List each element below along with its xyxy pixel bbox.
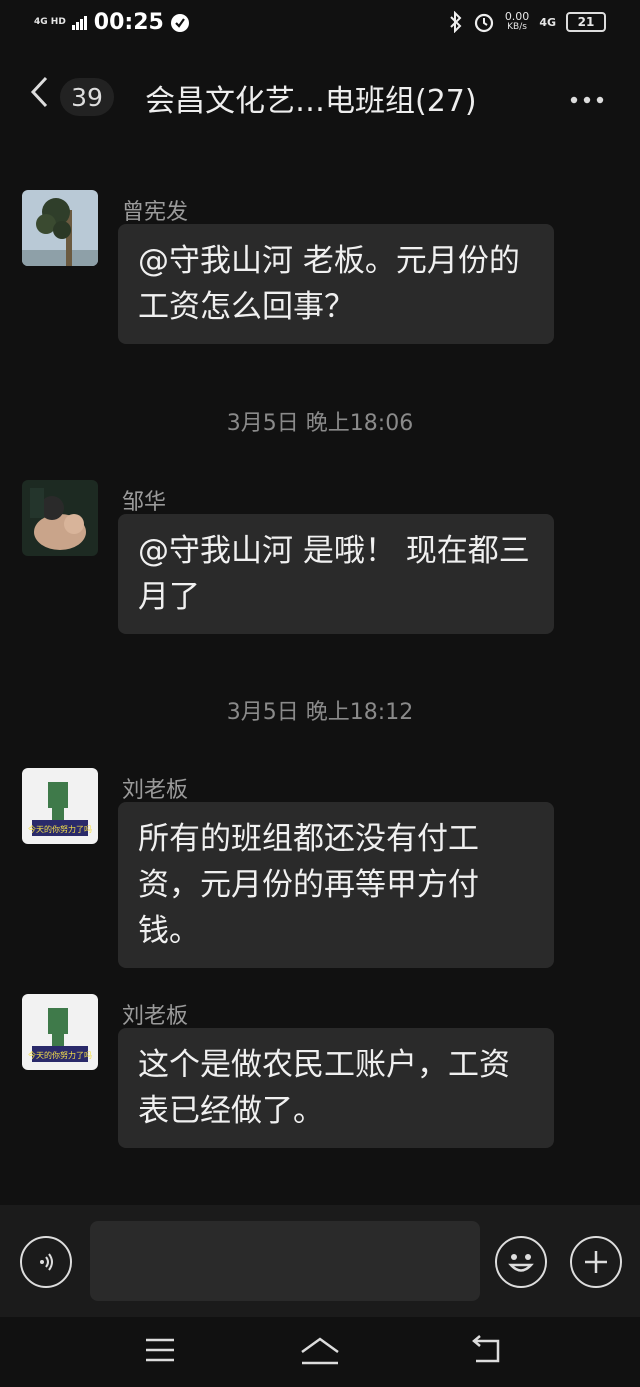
home-icon (301, 1337, 339, 1365)
fist-avatar-image: 今天的你努力了吗 (22, 768, 98, 844)
sender-name: 刘老板 (122, 778, 189, 803)
input-bar (0, 1205, 640, 1317)
menu-icon (146, 1338, 174, 1362)
network-indicator: 4G HD (34, 17, 66, 27)
message-bubble[interactable]: @守我山河 是哦！ 现在都三月了 (118, 514, 554, 634)
sender-name: 曾宪发 (122, 200, 189, 225)
more-functions-button[interactable] (570, 1236, 622, 1288)
menu-button[interactable] (142, 1335, 182, 1369)
system-navigation-bar (0, 1317, 640, 1387)
emoji-button[interactable] (495, 1236, 547, 1288)
more-options-button[interactable] (570, 78, 604, 113)
back-arrow-icon (472, 1335, 500, 1363)
plus-icon (585, 1251, 607, 1273)
home-button[interactable] (298, 1335, 339, 1369)
bluetooth-icon (450, 11, 462, 33)
avatar[interactable] (22, 480, 98, 556)
message-input[interactable] (90, 1221, 480, 1301)
tree-avatar-image (22, 190, 98, 266)
sender-name: 刘老板 (122, 1004, 189, 1029)
message-bubble[interactable]: @守我山河 老板。元月份的工资怎么回事？ (118, 224, 554, 344)
back-system-button[interactable] (468, 1335, 508, 1369)
alarm-icon (474, 13, 493, 33)
mobile-data-indicator: 4G (539, 15, 556, 29)
fist-avatar-image: 今天的你努力了吗 (22, 994, 98, 1070)
sender-name: 邹华 (122, 490, 167, 515)
network-speed: 0.00 KB/s (505, 11, 530, 33)
message-bubble[interactable]: 所有的班组都还没有付工资，元月份的再等甲方付钱。 (118, 802, 554, 968)
character-avatar-image (22, 480, 98, 556)
timestamp: 3月5日 晚上18:06 (226, 411, 414, 436)
clock: 00:25 (93, 10, 164, 35)
more-dots-icon (570, 96, 604, 104)
status-bar: 4G HD 00:25 0.00 KB/s 4G 21 (0, 0, 640, 50)
avatar-slogan: 今天的你努力了吗 (28, 1050, 92, 1060)
smiley-icon (508, 1254, 534, 1272)
avatar[interactable] (22, 190, 98, 266)
chevron-left-icon (30, 76, 48, 108)
timestamp: 3月5日 晚上18:12 (226, 700, 414, 725)
avatar[interactable]: 今天的你努力了吗 (22, 768, 98, 844)
message-bubble[interactable]: 这个是做农民工账户，工资表已经做了。 (118, 1028, 554, 1148)
battery-indicator: 21 (566, 12, 606, 32)
signal-icon (71, 15, 87, 30)
notification-check-icon (170, 13, 189, 32)
avatar[interactable]: 今天的你努力了吗 (22, 994, 98, 1070)
chat-header: 39 会昌文化艺…电班组(27) (0, 60, 640, 130)
unread-count-badge[interactable]: 39 (60, 78, 114, 116)
speed-value: 0.00 (504, 10, 530, 23)
chat-title: 会昌文化艺…电班组(27) (145, 84, 477, 119)
voice-icon (40, 1253, 53, 1271)
speed-unit: KB/s (507, 22, 527, 32)
avatar-slogan: 今天的你努力了吗 (28, 824, 92, 834)
back-button[interactable] (28, 74, 50, 119)
voice-input-button[interactable] (20, 1236, 72, 1288)
